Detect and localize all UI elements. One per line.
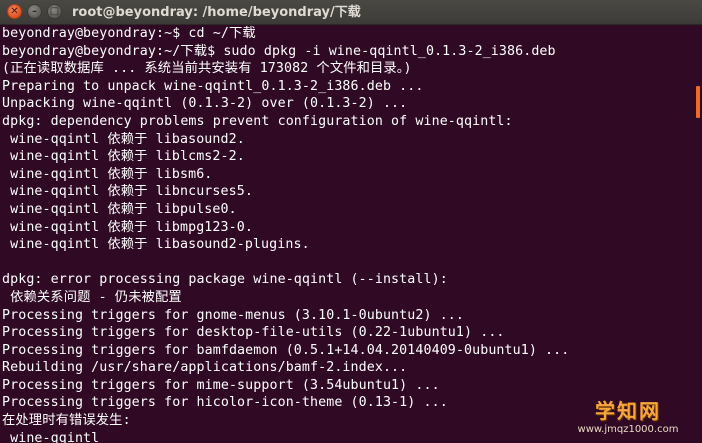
terminal-output[interactable]: beyondray@beyondray:~$ cd ~/下载 beyondray… [2, 25, 692, 443]
terminal-line: 依赖关系问题 - 仍未被配置 [2, 289, 182, 305]
maximize-button[interactable]: □ [47, 4, 62, 19]
window-titlebar[interactable]: ✕ – □ root@beyondray: /home/beyondray/下载 [0, 0, 702, 25]
terminal-line: Rebuilding /usr/share/applications/bamf-… [2, 360, 408, 376]
terminal-line: wine-qqintl 依赖于 libasound2-plugins. [2, 237, 310, 253]
terminal-line: wine-qqintl 依赖于 liblcms2-2. [2, 149, 245, 165]
watermark-logo: 学知网 www.jmqz1000.com [564, 399, 692, 439]
close-button[interactable]: ✕ [7, 4, 22, 19]
terminal-line: wine-qqintl 依赖于 libncurses5. [2, 184, 253, 200]
watermark-url: www.jmqz1000.com [577, 424, 679, 435]
terminal-line: Processing triggers for desktop-file-uti… [2, 325, 505, 341]
terminal-line: wine-qqintl 依赖于 libpulse0. [2, 201, 237, 217]
terminal-line: Unpacking wine-qqintl (0.1.3-2) over (0.… [2, 96, 408, 112]
terminal-line: beyondray@beyondray:~/下载$ sudo dpkg -i w… [2, 43, 556, 59]
scrollbar-thumb[interactable] [696, 86, 700, 118]
close-icon: ✕ [10, 6, 19, 17]
watermark-text: 学知网 [595, 399, 661, 423]
window-title: root@beyondray: /home/beyondray/下载 [72, 5, 361, 20]
terminal-line: Processing triggers for mime-support (3.… [2, 377, 440, 393]
maximize-icon: □ [49, 6, 60, 17]
terminal-line: Preparing to unpack wine-qqintl_0.1.3-2_… [2, 78, 424, 94]
terminal-line: dpkg: error processing package wine-qqin… [2, 272, 448, 288]
terminal-line: beyondray@beyondray:~$ cd ~/下载 [2, 26, 256, 41]
terminal-line: wine-qqintl 依赖于 libmpg123-0. [2, 219, 253, 235]
terminal-line: Processing triggers for gnome-menus (3.1… [2, 307, 465, 323]
minimize-icon: – [32, 6, 37, 17]
terminal-line: dpkg: dependency problems prevent config… [2, 113, 513, 129]
terminal-line: wine-qqintl 依赖于 libasound2. [2, 131, 245, 147]
terminal-line: Processing triggers for bamfdaemon (0.5.… [2, 342, 570, 358]
terminal-line: (正在读取数据库 ... 系统当前共安装有 173082 个文件和目录。) [2, 61, 412, 77]
terminal-window: ✕ – □ root@beyondray: /home/beyondray/下载… [0, 0, 702, 443]
minimize-button[interactable]: – [27, 4, 42, 19]
terminal-line: wine-qqintl 依赖于 libsm6. [2, 166, 213, 182]
